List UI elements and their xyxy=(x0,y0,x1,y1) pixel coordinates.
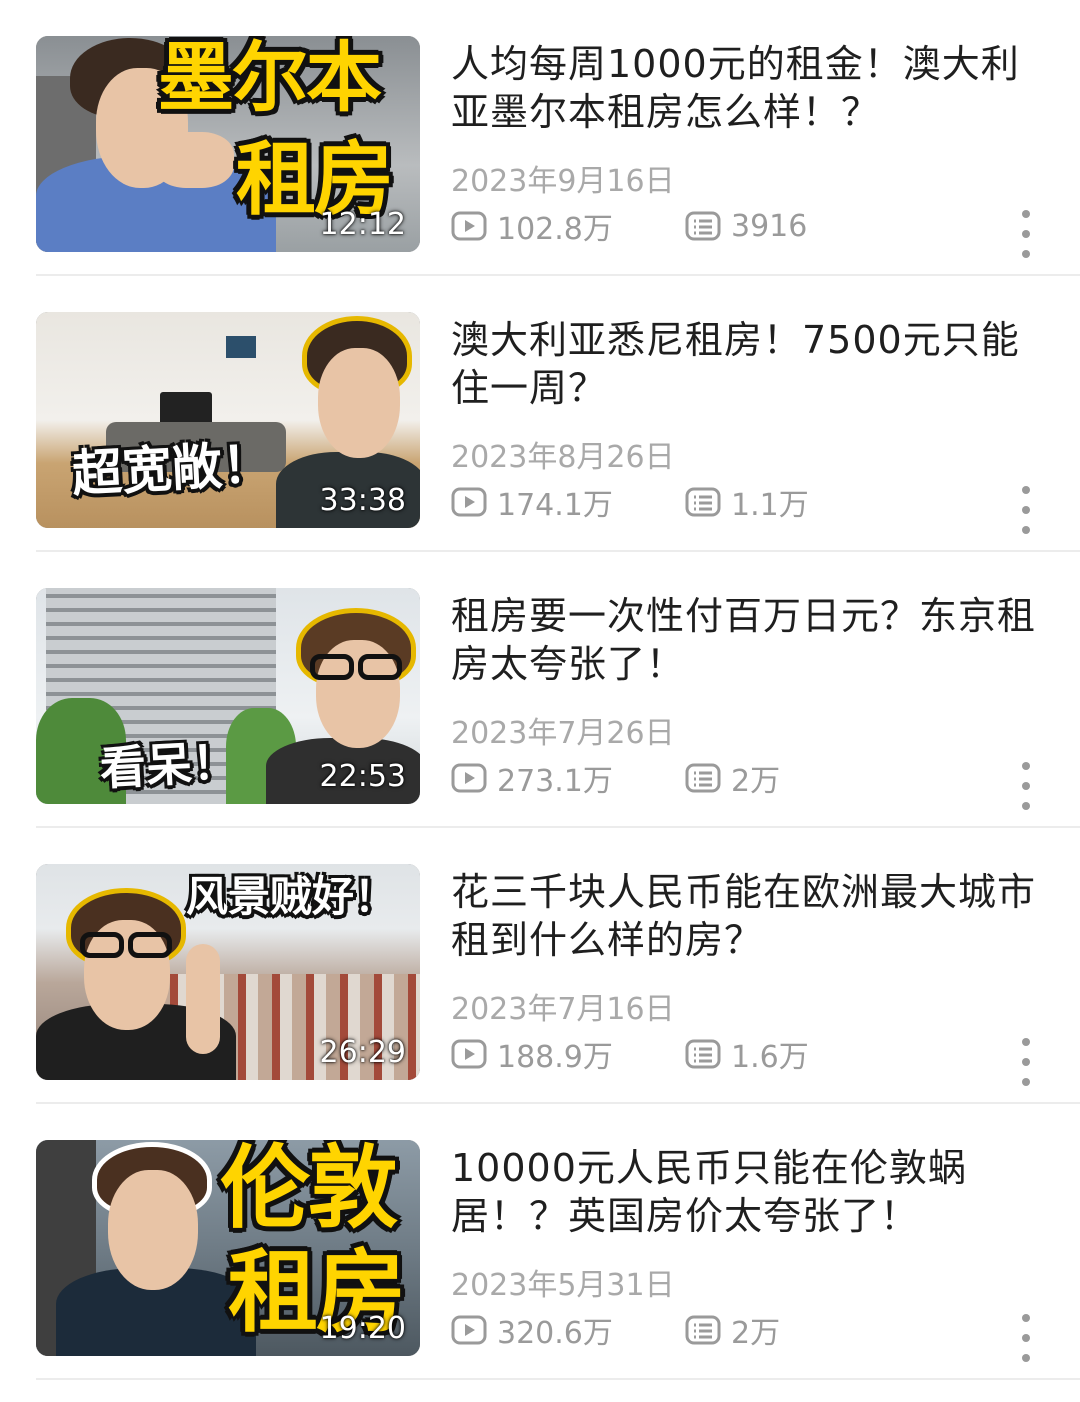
comment-icon xyxy=(685,1039,721,1069)
video-duration: 19:20 xyxy=(319,1311,406,1346)
comment-icon xyxy=(685,763,721,793)
video-duration: 12:12 xyxy=(319,207,406,242)
publish-date: 2023年5月31日 xyxy=(451,1268,675,1303)
video-duration: 26:29 xyxy=(319,1035,406,1070)
view-count: 273.1万 xyxy=(451,756,613,800)
play-count-icon xyxy=(451,211,487,241)
comment-icon xyxy=(685,211,721,241)
more-options-icon[interactable] xyxy=(1014,486,1038,534)
publish-date: 2023年9月16日 xyxy=(451,164,675,199)
comment-icon xyxy=(685,1315,721,1345)
publish-date: 2023年7月16日 xyxy=(451,992,675,1027)
video-thumbnail[interactable]: 风景贼好！ 26:29 xyxy=(36,864,420,1080)
comment-count: 1.6万 xyxy=(685,1032,809,1076)
video-title[interactable]: 花三千块人民币能在欧洲最大城市租到什么样的房？ xyxy=(451,868,1051,964)
play-count-icon xyxy=(451,1039,487,1069)
thumb-caption: 伦敦 xyxy=(220,1140,398,1241)
video-title[interactable]: 人均每周1000元的租金！澳大利亚墨尔本租房怎么样！？ xyxy=(451,40,1051,136)
video-title[interactable]: 10000元人民币只能在伦敦蜗居！？英国房价太夸张了！ xyxy=(451,1144,1051,1240)
video-list: 墨尔本 租房 12:12 人均每周1000元的租金！澳大利亚墨尔本租房怎么样！？… xyxy=(0,0,1080,1402)
video-item[interactable]: 超宽敞！ 33:38 澳大利亚悉尼租房！7500元只能住一周？ 2023年8月2… xyxy=(0,276,1080,552)
view-count: 102.8万 xyxy=(451,204,613,248)
divider xyxy=(36,1378,1080,1380)
video-title[interactable]: 租房要一次性付百万日元？东京租房太夸张了！ xyxy=(451,592,1051,688)
video-duration: 33:38 xyxy=(319,483,406,518)
video-title[interactable]: 澳大利亚悉尼租房！7500元只能住一周？ xyxy=(451,316,1051,412)
video-thumbnail[interactable]: 看呆！ 22:53 xyxy=(36,588,420,804)
video-duration: 22:53 xyxy=(319,759,406,794)
video-thumbnail[interactable]: 伦敦 租房 19:20 xyxy=(36,1140,420,1356)
video-item[interactable]: 风景贼好！ 26:29 花三千块人民币能在欧洲最大城市租到什么样的房？ 2023… xyxy=(0,828,1080,1104)
view-count: 188.9万 xyxy=(451,1032,613,1076)
play-count-icon xyxy=(451,763,487,793)
comment-count: 3916 xyxy=(685,204,807,248)
video-stats: 273.1万 2万 xyxy=(451,756,1011,800)
video-item[interactable]: 看呆！ 22:53 租房要一次性付百万日元？东京租房太夸张了！ 2023年7月2… xyxy=(0,552,1080,828)
publish-date: 2023年8月26日 xyxy=(451,440,675,475)
more-options-icon[interactable] xyxy=(1014,210,1038,258)
more-options-icon[interactable] xyxy=(1014,1038,1038,1086)
video-thumbnail[interactable]: 超宽敞！ 33:38 xyxy=(36,312,420,528)
video-stats: 102.8万 3916 xyxy=(451,204,1011,248)
thumb-caption: 墨尔本 xyxy=(158,36,382,122)
comment-count: 2万 xyxy=(685,1308,780,1352)
video-stats: 188.9万 1.6万 xyxy=(451,1032,1011,1076)
comment-icon xyxy=(685,487,721,517)
thumb-caption: 超宽敞！ xyxy=(70,434,274,504)
more-options-icon[interactable] xyxy=(1014,1314,1038,1362)
video-item[interactable]: 伦敦 租房 19:20 10000元人民币只能在伦敦蜗居！？英国房价太夸张了！ … xyxy=(0,1104,1080,1380)
play-count-icon xyxy=(451,487,487,517)
thumb-caption: 看呆！ xyxy=(98,734,240,796)
play-count-icon xyxy=(451,1315,487,1345)
thumb-caption: 风景贼好！ xyxy=(186,872,397,921)
video-item[interactable]: 墨尔本 租房 12:12 人均每周1000元的租金！澳大利亚墨尔本租房怎么样！？… xyxy=(0,0,1080,276)
comment-count: 2万 xyxy=(685,756,780,800)
view-count: 320.6万 xyxy=(451,1308,613,1352)
video-stats: 174.1万 1.1万 xyxy=(451,480,1011,524)
publish-date: 2023年7月26日 xyxy=(451,716,675,751)
view-count: 174.1万 xyxy=(451,480,613,524)
more-options-icon[interactable] xyxy=(1014,762,1038,810)
video-thumbnail[interactable]: 墨尔本 租房 12:12 xyxy=(36,36,420,252)
video-stats: 320.6万 2万 xyxy=(451,1308,1011,1352)
comment-count: 1.1万 xyxy=(685,480,809,524)
